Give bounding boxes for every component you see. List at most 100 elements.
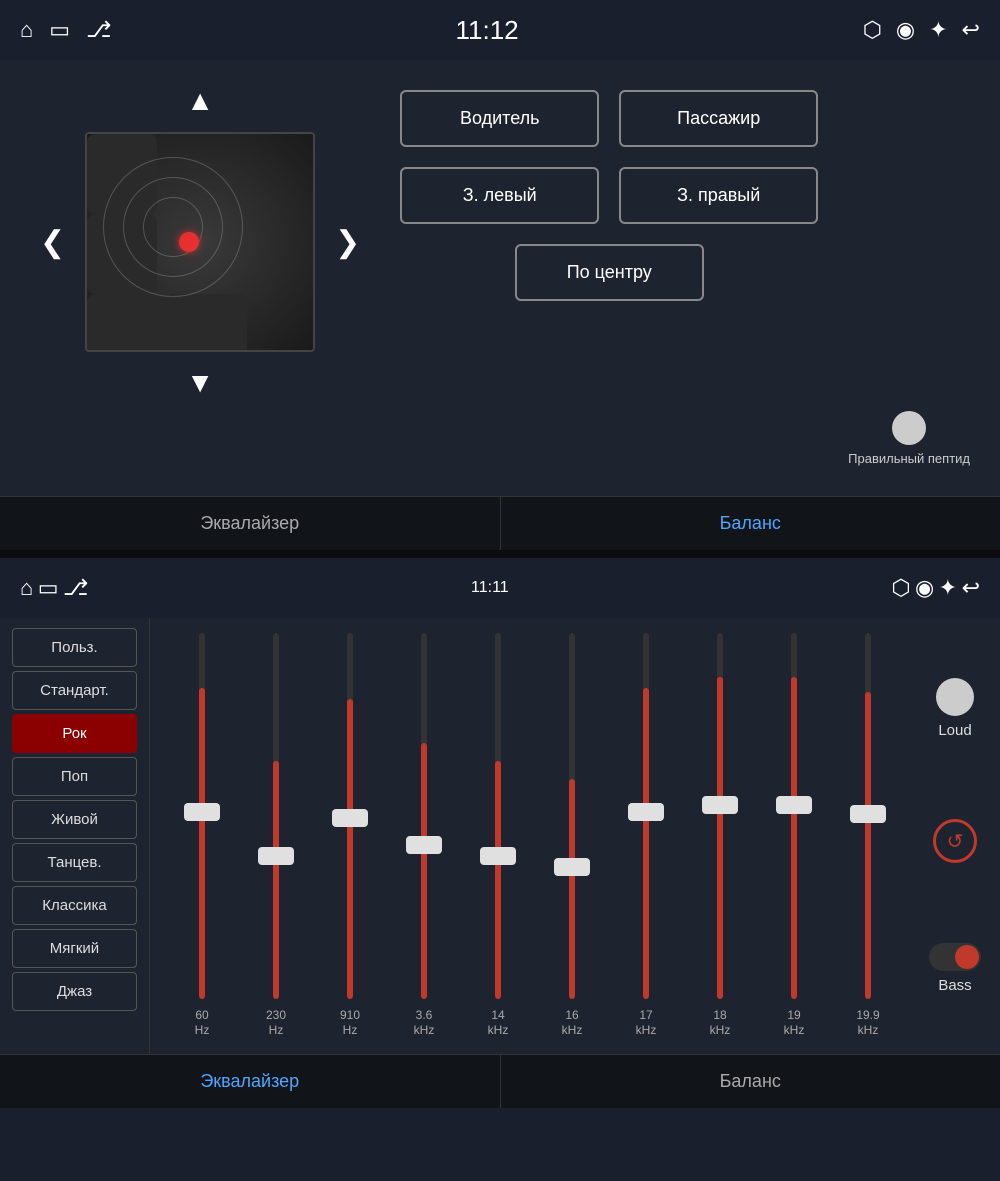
rear-right-button[interactable]: З. правый [619, 167, 818, 224]
center-button[interactable]: По центру [515, 244, 704, 301]
slider-thumb [554, 858, 590, 876]
bass-toggle-thumb [955, 945, 979, 969]
slider-fill [569, 779, 575, 998]
slider-label: 18kHz [710, 1008, 731, 1039]
slider-fill [865, 692, 871, 999]
slider-thumb [406, 836, 442, 854]
slider-track [643, 633, 649, 999]
ring-3 [103, 157, 243, 297]
slider-thumb [776, 796, 812, 814]
driver-button[interactable]: Водитель [400, 90, 599, 147]
preset-живой[interactable]: Живой [12, 800, 137, 839]
preset-джаз[interactable]: Джаз [12, 972, 137, 1011]
eq-presets-list: Польз. Стандарт. Рок Поп Живой Танцев. Классик… [0, 618, 150, 1054]
left-nav-button[interactable]: ❮ [30, 215, 75, 270]
slider-track [791, 633, 797, 999]
bluetooth-icon[interactable]: ✦ [929, 17, 947, 43]
bottom-status-bar: ⌂ ▭ ⎇ 11:11 ⬡ ◉ ✦ ↩ [0, 558, 1000, 618]
top-tab-bar: Эквалайзер Баланс [0, 496, 1000, 550]
slider-thumb [184, 803, 220, 821]
usb-icon-2[interactable]: ⎇ [63, 575, 88, 600]
slider-fill [347, 699, 353, 999]
slider-thumb [480, 847, 516, 865]
preset-стандарт[interactable]: Стандарт. [12, 671, 137, 710]
bluetooth-icon-2[interactable]: ✦ [939, 575, 957, 600]
top-time: 11:12 [456, 15, 519, 46]
passenger-button[interactable]: Пассажир [619, 90, 818, 147]
slider-label: 60Hz [195, 1008, 210, 1039]
slider-16kHz[interactable]: 16kHz [540, 633, 604, 1039]
bass-toggle[interactable] [929, 943, 981, 971]
screen-icon-2[interactable]: ▭ [38, 575, 59, 600]
tab-equalizer-bottom[interactable]: Эквалайзер [0, 1055, 501, 1108]
down-nav-button[interactable]: ▼ [171, 362, 229, 404]
balance-panel: ▲ ❮ ❯ ▼ [0, 60, 1000, 550]
balance-knob[interactable] [892, 411, 926, 445]
slider-19kHz[interactable]: 19kHz [762, 633, 826, 1039]
slider-fill [495, 761, 501, 999]
slider-910Hz[interactable]: 910Hz [318, 633, 382, 1039]
car-seats-background [87, 134, 313, 350]
bottom-time: 11:11 [471, 579, 509, 597]
slider-thumb [628, 803, 664, 821]
slider-17kHz[interactable]: 17kHz [614, 633, 678, 1039]
slider-fill [643, 688, 649, 999]
section-divider [0, 550, 1000, 558]
slider-label: 14kHz [488, 1008, 509, 1039]
tab-balance-top[interactable]: Баланс [501, 497, 1000, 550]
slider-60Hz[interactable]: 60Hz [170, 633, 234, 1039]
slider-label: 910Hz [340, 1008, 360, 1039]
rear-left-button[interactable]: З. левый [400, 167, 599, 224]
slider-thumb [702, 796, 738, 814]
eq-right-controls: Loud ↺ Bass [910, 618, 1000, 1054]
back-icon-2[interactable]: ↩ [962, 575, 980, 600]
slider-label: 230Hz [266, 1008, 286, 1039]
slider-label: 19.9kHz [856, 1008, 879, 1039]
preset-мягкий[interactable]: Мягкий [12, 929, 137, 968]
slider-18kHz[interactable]: 18kHz [688, 633, 752, 1039]
slider-track [273, 633, 279, 999]
loud-label: Loud [938, 722, 971, 739]
rear-seat-row: З. левый З. правый [400, 167, 818, 224]
preset-классика[interactable]: Классика [12, 886, 137, 925]
slider-230Hz[interactable]: 230Hz [244, 633, 308, 1039]
loud-knob[interactable] [936, 678, 974, 716]
slider-fill [199, 688, 205, 999]
reset-button[interactable]: ↺ [933, 819, 977, 863]
slider-fill [273, 761, 279, 999]
equalizer-panel: Польз. Стандарт. Рок Поп Живой Танцев. Классик… [0, 618, 1000, 1108]
preset-рок[interactable]: Рок [12, 714, 137, 753]
bass-control: Bass [929, 943, 981, 994]
position-indicator [179, 232, 199, 252]
slider-3.6kHz[interactable]: 3.6kHz [392, 633, 456, 1039]
tab-balance-bottom[interactable]: Баланс [501, 1055, 1000, 1108]
back-icon[interactable]: ↩ [962, 17, 980, 43]
tab-equalizer-top[interactable]: Эквалайзер [0, 497, 501, 550]
bass-label: Bass [938, 977, 971, 994]
slider-track [199, 633, 205, 999]
reset-icon: ↺ [947, 829, 964, 854]
screen-icon[interactable]: ▭ [49, 17, 70, 43]
up-nav-button[interactable]: ▲ [171, 80, 229, 122]
home-icon-2[interactable]: ⌂ [20, 575, 33, 600]
center-btn-row: По центру [400, 244, 818, 301]
preset-поп[interactable]: Поп [12, 757, 137, 796]
bottom-right-icons: ⬡ ◉ ✦ ↩ [891, 575, 980, 601]
slider-thumb [332, 809, 368, 827]
location-icon[interactable]: ◉ [896, 17, 915, 43]
cast-icon-2[interactable]: ⬡ [891, 575, 910, 600]
right-nav-button[interactable]: ❯ [325, 215, 370, 270]
location-icon-2[interactable]: ◉ [915, 575, 934, 600]
usb-icon[interactable]: ⎇ [86, 17, 111, 43]
cast-icon[interactable]: ⬡ [863, 17, 882, 43]
slider-19.9kHz[interactable]: 19.9kHz [836, 633, 900, 1039]
sliders-container: 60Hz 230Hz 910Hz 3.6kHz 14kHz 16kHz17kHz 18kHz… [170, 633, 900, 1044]
slider-track [569, 633, 575, 999]
slider-14kHz[interactable]: 14kHz [466, 633, 530, 1039]
preset-танцев[interactable]: Танцев. [12, 843, 137, 882]
slider-track [347, 633, 353, 999]
loud-control: Loud [936, 678, 974, 739]
slider-label: 19kHz [784, 1008, 805, 1039]
home-icon[interactable]: ⌂ [20, 17, 33, 43]
preset-польз[interactable]: Польз. [12, 628, 137, 667]
